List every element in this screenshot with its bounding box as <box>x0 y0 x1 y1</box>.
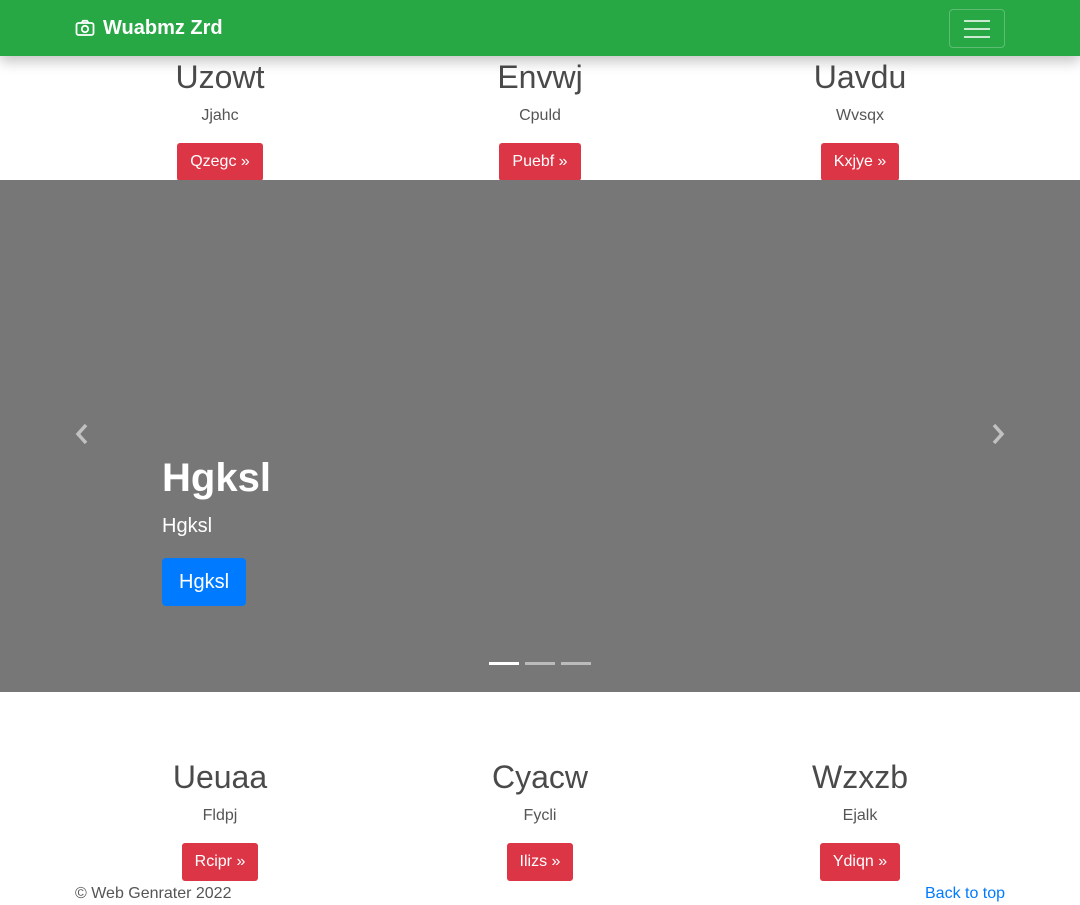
copyright-text: © Web Genrater 2022 <box>75 885 232 902</box>
carousel-indicator-1[interactable] <box>489 662 519 665</box>
brand-name: Wuabmz Zrd <box>103 17 223 39</box>
top-column-1: Uzowt Jjahc Qzegc » <box>60 58 380 181</box>
camera-icon <box>75 19 95 36</box>
carousel-title: Hgksl <box>162 456 271 500</box>
column-button[interactable]: Puebf » <box>499 143 581 181</box>
column-heading: Envwj <box>497 59 583 95</box>
column-heading: Ueuaa <box>172 759 268 795</box>
column-button[interactable]: Kxjye » <box>820 143 900 181</box>
column-text: Cpuld <box>519 107 561 124</box>
top-column-3: Uavdu Wvsqx Kxjye » <box>700 58 1020 181</box>
bottom-column-1: Ueuaa Fldpj Rcipr » <box>60 758 380 881</box>
brand-link[interactable]: Wuabmz Zrd <box>75 16 223 40</box>
carousel-indicators <box>489 662 591 665</box>
column-heading: Wzxzb <box>812 759 908 795</box>
column-button[interactable]: Rcipr » <box>181 843 259 881</box>
bottom-column-3: Wzxzb Ejalk Ydiqn » <box>700 758 1020 881</box>
carousel-prev-button[interactable] <box>72 422 92 446</box>
column-heading: Uavdu <box>813 59 907 95</box>
column-button[interactable]: Ilizs » <box>506 843 574 881</box>
column-text: Fldpj <box>202 807 238 824</box>
carousel-next-button[interactable] <box>988 422 1008 446</box>
column-text: Ejalk <box>842 807 878 824</box>
carousel-cta-button[interactable]: Hgksl <box>162 558 247 606</box>
column-heading: Cyacw <box>491 759 588 795</box>
column-text: Wvsqx <box>836 107 884 124</box>
carousel-indicator-3[interactable] <box>561 662 591 665</box>
chevron-right-icon <box>992 423 1005 445</box>
carousel: Hgksl Hgksl Hgksl <box>0 180 1080 692</box>
chevron-left-icon <box>75 423 88 445</box>
navbar-toggler-button[interactable] <box>949 9 1005 48</box>
carousel-subtitle: Hgksl <box>162 515 213 537</box>
column-text: Jjahc <box>201 107 239 124</box>
navbar: Wuabmz Zrd <box>0 0 1080 56</box>
column-text: Fycli <box>523 807 557 824</box>
top-column-2: Envwj Cpuld Puebf » <box>380 58 700 181</box>
column-heading: Uzowt <box>175 59 265 95</box>
back-to-top-link[interactable]: Back to top <box>925 884 1005 904</box>
column-button[interactable]: Qzegc » <box>177 143 263 181</box>
hamburger-menu-icon <box>964 19 990 22</box>
carousel-indicator-2[interactable] <box>525 662 555 665</box>
bottom-column-2: Cyacw Fycli Ilizs » <box>380 758 700 881</box>
carousel-caption: Hgksl Hgksl Hgksl <box>162 456 271 606</box>
column-button[interactable]: Ydiqn » <box>819 843 901 881</box>
